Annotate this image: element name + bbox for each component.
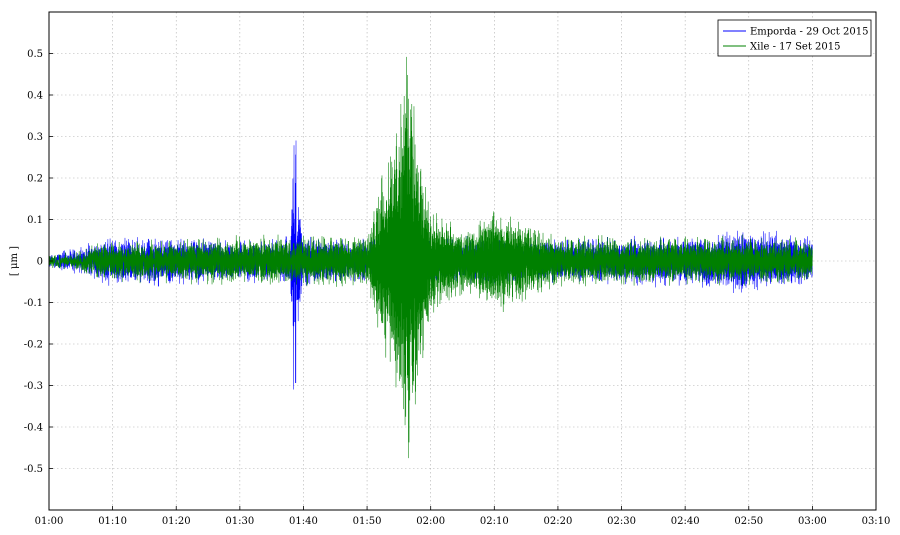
x-tick-label: 02:20 [544,516,573,527]
x-tick-label: 01:50 [353,516,382,527]
y-tick-label: -0.4 [24,423,43,434]
legend: Emporda - 29 Oct 2015 Xile - 17 Set 2015 [717,19,872,57]
x-tick-label: 02:50 [734,516,763,527]
y-tick-label: -0.3 [24,381,43,392]
y-tick-label: 0.2 [27,174,43,185]
x-tick-label: 02:40 [671,516,700,527]
y-tick-label: -0.1 [24,298,43,309]
y-tick-label: 0 [37,257,43,268]
x-tick-label: 03:10 [862,516,891,527]
x-tick-label: 03:00 [798,516,827,527]
x-tick-label: 01:10 [98,516,127,527]
x-tick-label: 01:20 [162,516,191,527]
x-tick-label: 01:30 [225,516,254,527]
x-tick-label: 02:30 [607,516,636,527]
chart: 01:00 01:10 01:20 01:30 01:40 01:50 02:00 02:10… [0,0,900,531]
seismogram-chart: 01:00 01:10 01:20 01:30 01:40 01:50 02:00 02:10… [0,0,900,531]
x-tick-label: 02:00 [416,516,445,527]
x-tick-label: 01:40 [289,516,318,527]
y-tick-label: -0.5 [24,464,43,475]
legend-label: Xile - 17 Set 2015 [750,42,841,53]
x-tick-label: 01:00 [35,516,64,527]
y-tick-label: 0.3 [27,132,43,143]
y-axis-label: [ μm ] [9,246,20,276]
y-tick-label: 0.4 [27,91,43,102]
x-tick-label: 02:10 [480,516,509,527]
y-tick-label: -0.2 [24,340,43,351]
legend-label: Emporda - 29 Oct 2015 [750,27,868,38]
y-tick-label: 0.1 [27,215,43,226]
y-tick-label: 0.5 [27,49,43,60]
